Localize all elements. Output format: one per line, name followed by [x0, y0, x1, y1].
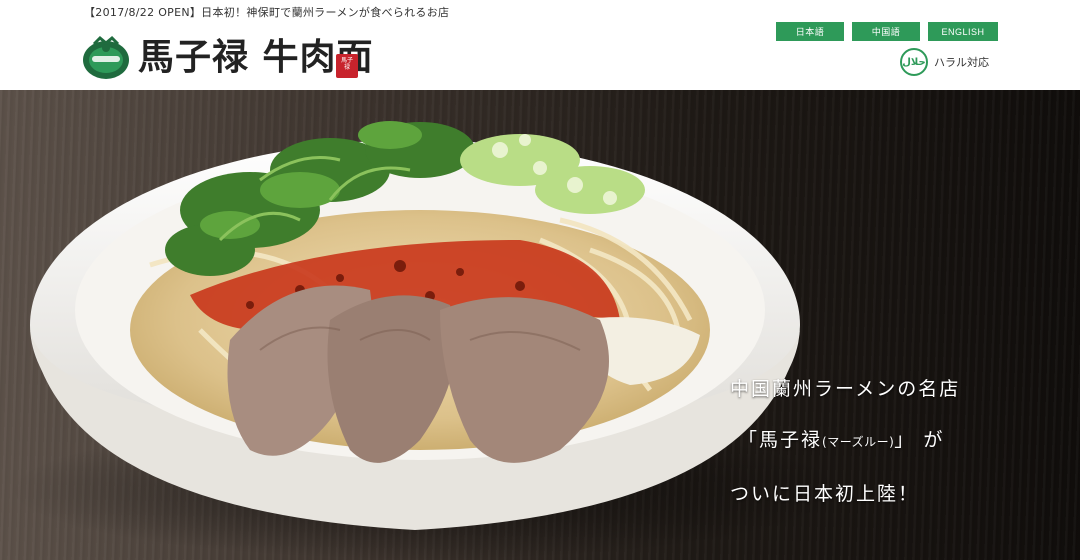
halal-badge[interactable]: حلال ハラル対応 — [900, 48, 989, 76]
halal-icon: حلال — [900, 48, 928, 76]
announcement-text: 【2017/8/22 OPEN】日本初！神保町で蘭州ラーメンが食べられるお店 — [84, 6, 450, 19]
site-header: 【2017/8/22 OPEN】日本初！神保町で蘭州ラーメンが食べられるお店 馬… — [0, 0, 1080, 90]
hero-tagline-line2: 「馬子禄(マーズルー)」 が — [738, 425, 944, 452]
hero-tagline-line3: ついに日本初上陸！ — [730, 483, 920, 505]
language-japanese-button[interactable]: 日本語 — [776, 22, 844, 41]
hero-tagline-line2-end: 」 が — [894, 429, 945, 451]
hero-banner: 中国蘭州ラーメンの名店 「馬子禄(マーズルー)」 が ついに日本初上陸！ — [0, 90, 1080, 560]
brand-seal-stamp: 馬子禄 — [336, 54, 358, 78]
halal-label: ハラル対応 — [934, 56, 989, 69]
language-english-button[interactable]: ENGLISH — [928, 22, 998, 41]
hero-tagline-line2-reading: (マーズルー) — [822, 435, 895, 449]
hero-tagline-line2-main: 「馬子禄 — [738, 429, 823, 451]
language-chinese-button[interactable]: 中国語 — [852, 22, 920, 41]
logo-icon[interactable] — [82, 34, 130, 80]
hero-tagline-line1: 中国蘭州ラーメンの名店 — [730, 378, 961, 400]
language-switcher: 日本語 中国語 ENGLISH — [776, 22, 998, 41]
